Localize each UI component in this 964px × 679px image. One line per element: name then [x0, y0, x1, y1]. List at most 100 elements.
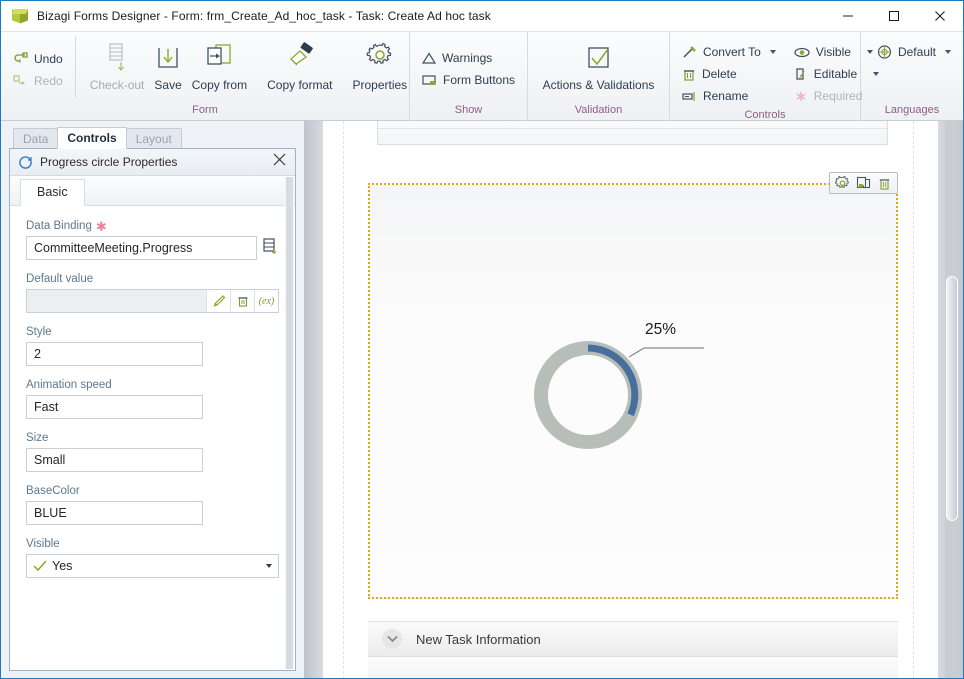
data-binding-input[interactable]: [26, 236, 257, 260]
progress-percent-label: 25%: [645, 321, 677, 338]
expression-icon-label: (ex): [258, 295, 275, 307]
tab-data[interactable]: Data: [13, 128, 59, 149]
check-out-icon: [109, 43, 124, 71]
panel-tabstrip: Data Controls Layout: [9, 127, 296, 149]
window-controls: [825, 1, 963, 31]
form-card-divider: [378, 128, 887, 129]
default-value-expression-button[interactable]: (ex): [254, 290, 278, 312]
delete-button[interactable]: Delete: [678, 63, 780, 85]
widget-delete-button[interactable]: [876, 175, 893, 192]
actions-validations-button[interactable]: Actions & Validations: [533, 36, 665, 92]
tab-basic[interactable]: Basic: [20, 179, 85, 206]
undo-arrow-icon: [14, 52, 28, 63]
canvas-vertical-scrollbar[interactable]: [945, 121, 959, 678]
copy-from-button[interactable]: Copy from: [182, 36, 257, 92]
form-canvas[interactable]: 25% New Task Information: [322, 121, 939, 678]
visible-label: Visible: [815, 45, 851, 59]
copy-format-label: Copy format: [267, 78, 333, 92]
check-out-button[interactable]: Check-out: [80, 36, 155, 92]
visible-select[interactable]: Yes: [26, 554, 279, 578]
properties-panel-close-button[interactable]: [272, 152, 287, 172]
pencil-page-icon: [796, 67, 805, 80]
copy-format-button[interactable]: Copy format: [257, 36, 342, 92]
visible-field-label: Visible: [26, 538, 60, 550]
data-binding-label: Data Binding: [26, 220, 92, 232]
edit-pencil-icon: [213, 295, 225, 307]
chevron-down-icon[interactable]: [382, 629, 402, 649]
undo-button[interactable]: Undo: [9, 48, 67, 70]
save-download-icon: [158, 48, 178, 68]
progress-circle-widget[interactable]: 25%: [368, 172, 898, 599]
visible-select-value: Yes: [52, 559, 73, 573]
rename-icon: [682, 91, 695, 101]
form-field-card[interactable]: [377, 121, 888, 145]
check-green-icon: [33, 560, 47, 572]
redo-button[interactable]: Redo: [9, 70, 67, 92]
properties-button[interactable]: Properties: [342, 36, 417, 92]
main-body: Data Controls Layout Progress circle Pro…: [1, 121, 963, 678]
convert-wand-icon: [683, 45, 696, 58]
ribbon-group-show: Warnings Form Buttons Show: [410, 32, 528, 121]
data-binding-add-icon[interactable]: [263, 237, 279, 260]
style-input[interactable]: [26, 342, 203, 366]
default-value-delete-button[interactable]: [230, 290, 254, 312]
required-asterisk-icon: ✱: [95, 218, 107, 234]
convert-to-button[interactable]: Convert To: [678, 41, 780, 63]
form-buttons-label: Form Buttons: [443, 73, 516, 87]
default-value-input[interactable]: [27, 290, 206, 312]
widget-properties-button[interactable]: [834, 175, 851, 192]
duplicate-icon: [856, 176, 871, 188]
warnings-button[interactable]: Warnings: [418, 47, 519, 69]
size-label: Size: [26, 432, 49, 444]
field-data-binding: Data Binding ✱: [26, 220, 279, 260]
checkbox-check-icon: [588, 47, 610, 68]
trash-icon: [683, 69, 694, 81]
default-value-label: Default value: [26, 273, 94, 285]
check-out-label: Check-out: [89, 78, 145, 92]
save-button[interactable]: Save: [154, 36, 182, 92]
undo-label: Undo: [34, 51, 63, 66]
properties-label: Properties: [352, 78, 408, 92]
panel-scrollbar[interactable]: [285, 177, 294, 669]
maximize-button[interactable]: [871, 1, 917, 31]
default-language-button[interactable]: Default: [873, 41, 955, 63]
tab-controls[interactable]: Controls: [57, 127, 127, 149]
paintbrush-icon: [289, 42, 313, 66]
section-title: New Task Information: [416, 631, 541, 647]
save-label: Save: [154, 78, 182, 92]
animation-speed-label: Animation speed: [26, 379, 112, 391]
tab-layout[interactable]: Layout: [125, 128, 182, 149]
rename-button[interactable]: Rename: [678, 85, 780, 107]
progress-circle-icon: [19, 155, 32, 169]
data-binding-label-row: Data Binding ✱: [26, 218, 279, 234]
default-value-edit-button[interactable]: [206, 290, 230, 312]
canvas-scrollbar-thumb[interactable]: [946, 276, 958, 521]
minimize-button[interactable]: [825, 1, 871, 31]
panel-scrollbar-thumb[interactable]: [286, 177, 293, 669]
chevron-down-icon[interactable]: [945, 50, 951, 54]
ribbon-group-controls: Convert To Delete Rename Visible Editabl…: [670, 32, 880, 121]
animation-speed-input[interactable]: [26, 395, 203, 419]
close-button[interactable]: [917, 1, 963, 31]
default-value-row: (ex): [26, 289, 279, 313]
base-color-input[interactable]: [26, 501, 203, 525]
chevron-down-icon[interactable]: [769, 50, 776, 54]
ribbon-group-languages: Default Languages: [861, 32, 963, 121]
field-style: Style: [26, 326, 279, 366]
new-task-information-section-header[interactable]: New Task Information: [368, 621, 898, 657]
default-language-label: Default: [897, 45, 936, 59]
ribbon-toolbar: Undo Redo Check-out Save Copy from Copy …: [1, 32, 963, 121]
chevron-down-icon[interactable]: [266, 564, 272, 568]
field-visible: Visible Yes: [26, 538, 279, 578]
style-label: Style: [26, 326, 52, 338]
form-buttons-button[interactable]: Form Buttons: [418, 69, 519, 91]
ribbon-group-label-form: Form: [192, 104, 218, 116]
widget-duplicate-button[interactable]: [855, 175, 872, 192]
undo-redo-cluster: Undo Redo: [1, 36, 76, 98]
size-input[interactable]: [26, 448, 203, 472]
warning-triangle-icon: [422, 51, 436, 64]
delete-label: Delete: [701, 67, 737, 81]
ribbon-group-validation: Actions & Validations Validation: [528, 32, 670, 121]
widget-toolbar: [829, 172, 898, 194]
properties-fields: Data Binding ✱ CommitteeMeeting.Progress…: [10, 206, 295, 670]
